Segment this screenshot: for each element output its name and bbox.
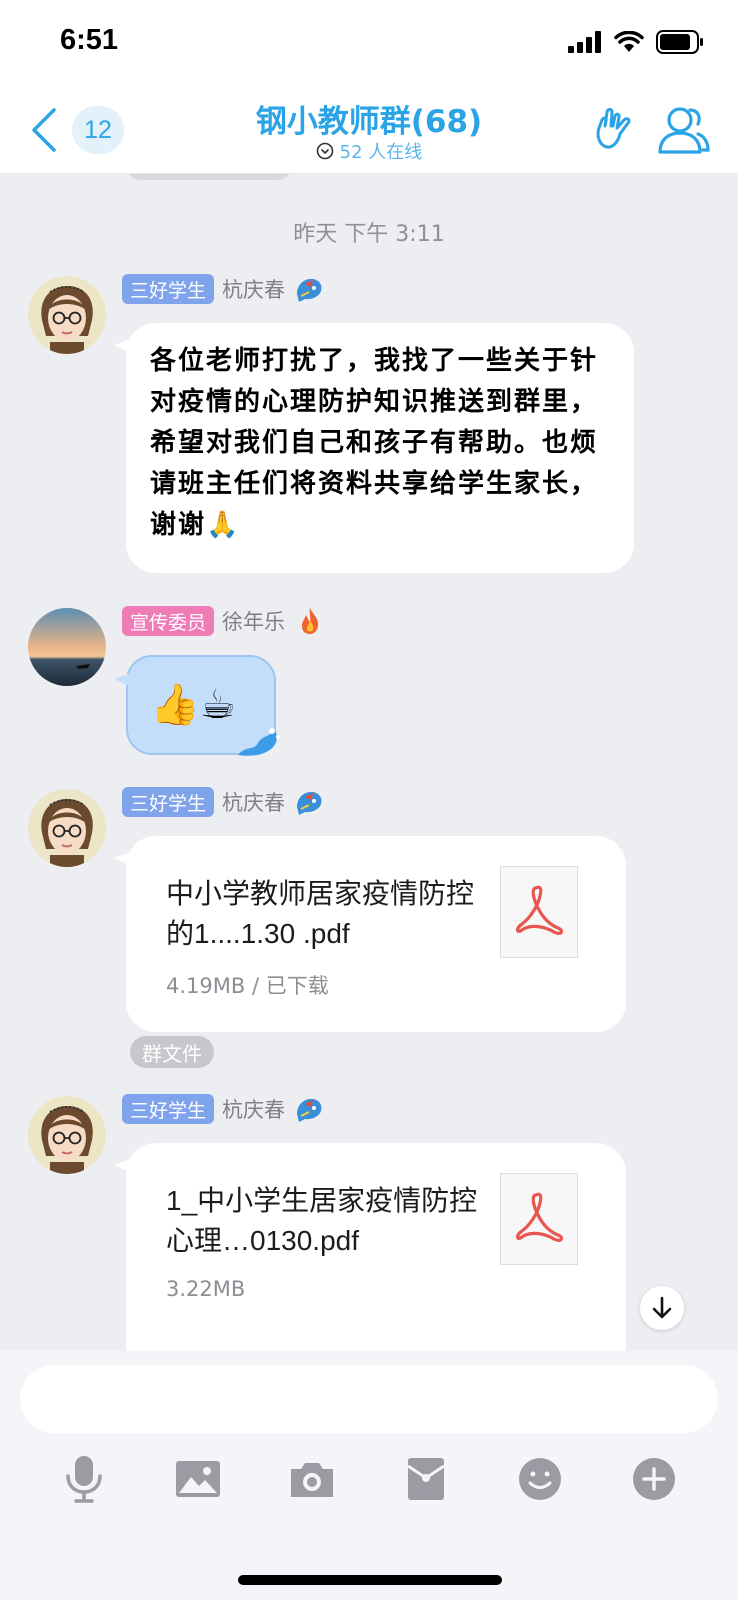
emoji-message-bubble[interactable]: 👍☕ <box>114 655 280 756</box>
file-name: 中小学教师居家疫情防控的1....1.30 .pdf <box>166 878 475 949</box>
sunset-avatar <box>28 608 106 686</box>
status-icons <box>568 30 704 54</box>
flame-icon <box>302 608 319 634</box>
bubble-tail <box>114 1157 136 1175</box>
emoji-icon <box>519 1458 561 1500</box>
input-toolbar <box>0 1451 738 1521</box>
cartoon-woman-avatar <box>28 276 106 354</box>
file-message-bubble[interactable]: 中小学教师居家疫情防控的1....1.30 .pdf 4.19MB / 已下载 <box>114 836 626 1032</box>
file-message-bubble[interactable]: 1_中小学生居家疫情防控心理…0130.pdf 3.22MB <box>114 1143 626 1351</box>
member-title-badge: 三好学生 <box>122 1094 215 1124</box>
pdf-icon <box>515 885 564 935</box>
dragon-level-icon <box>297 1098 322 1122</box>
text-message-bubble[interactable]: 各位老师打扰了，我找了一些关于针对疫情的心理防护知识推送到群里，希望对我们自己和… <box>114 323 634 573</box>
input-area <box>0 1351 738 1600</box>
pdf-thumbnail <box>500 1173 578 1265</box>
emoji-text: 👍☕ <box>150 682 236 728</box>
sender-name[interactable]: 杭庆春 <box>222 1094 285 1124</box>
photo-button[interactable] <box>170 1451 226 1507</box>
avatar[interactable] <box>28 608 106 686</box>
red-packet-button[interactable] <box>398 1451 454 1507</box>
file-name: 1_中小学生居家疫情防控心理…0130.pdf <box>166 1185 478 1256</box>
chat-header: 12 钢小教师群(68) 52 人在线 <box>0 88 738 174</box>
camera-icon <box>291 1463 333 1497</box>
message-meta: 三好学生 杭庆春 <box>122 273 327 305</box>
bubble-tail <box>114 337 136 355</box>
group-members-button[interactable] <box>654 104 712 156</box>
people-icon <box>658 107 710 154</box>
voice-button[interactable] <box>56 1451 112 1507</box>
pdf-thumbnail <box>500 866 578 958</box>
scroll-to-bottom-button[interactable] <box>640 1286 684 1330</box>
emoji-button[interactable] <box>512 1451 568 1507</box>
plus-icon <box>633 1458 675 1500</box>
dragon-level-icon <box>297 278 322 302</box>
microphone-icon <box>66 1456 102 1503</box>
avatar[interactable] <box>28 276 106 354</box>
avatar[interactable] <box>28 789 106 867</box>
message-meta: 三好学生 杭庆春 <box>122 1093 327 1125</box>
message-text: 各位老师打扰了，我找了一些关于针对疫情的心理防护知识推送到群里，希望对我们自己和… <box>150 346 599 540</box>
dragon-level-icon <box>297 791 322 815</box>
group-file-tag[interactable]: 群文件 <box>130 1036 214 1068</box>
file-size-status: 4.19MB / 已下载 <box>166 974 329 998</box>
avatar[interactable] <box>28 1096 106 1174</box>
greeting-hand-button[interactable] <box>594 106 636 152</box>
online-count-text: 52 人在线 <box>339 142 423 163</box>
sender-name[interactable]: 徐年乐 <box>222 606 285 636</box>
message-meta: 三好学生 杭庆春 <box>122 786 327 818</box>
previous-message-bubble <box>126 174 292 180</box>
signal-icon <box>568 31 601 53</box>
rock-hand-icon <box>596 108 631 149</box>
home-indicator[interactable] <box>238 1575 502 1585</box>
bubble-tail <box>114 850 136 868</box>
chevron-down-circle-icon <box>316 142 333 160</box>
wifi-icon <box>614 31 644 52</box>
red-packet-icon <box>407 1458 445 1500</box>
camera-button[interactable] <box>284 1451 340 1507</box>
sender-name[interactable]: 杭庆春 <box>222 787 285 817</box>
wave-decoration-icon <box>238 728 280 756</box>
status-bar: 6:51 <box>0 0 738 88</box>
chat-message-list[interactable]: 昨天 下午 3:11 三好学生 杭庆春 各位老师打扰了，我找了一些关于针对疫情的… <box>0 174 738 1351</box>
member-title-badge: 三好学生 <box>122 274 215 304</box>
message-input[interactable] <box>20 1365 718 1433</box>
image-icon <box>176 1461 220 1497</box>
sender-name[interactable]: 杭庆春 <box>222 274 285 304</box>
pdf-icon <box>515 1192 564 1242</box>
cartoon-woman-avatar <box>28 789 106 867</box>
more-button[interactable] <box>626 1451 682 1507</box>
file-size-status: 3.22MB <box>166 1277 246 1301</box>
battery-icon <box>656 30 703 54</box>
member-title-badge: 宣传委员 <box>122 606 215 636</box>
member-title-badge: 三好学生 <box>122 787 215 817</box>
status-time: 6:51 <box>60 24 119 56</box>
cartoon-woman-avatar <box>28 1096 106 1174</box>
message-timestamp: 昨天 下午 3:11 <box>293 222 445 247</box>
arrow-down-icon <box>652 1296 672 1319</box>
message-meta: 宣传委员 徐年乐 <box>122 605 327 637</box>
bubble-tail <box>114 671 136 689</box>
